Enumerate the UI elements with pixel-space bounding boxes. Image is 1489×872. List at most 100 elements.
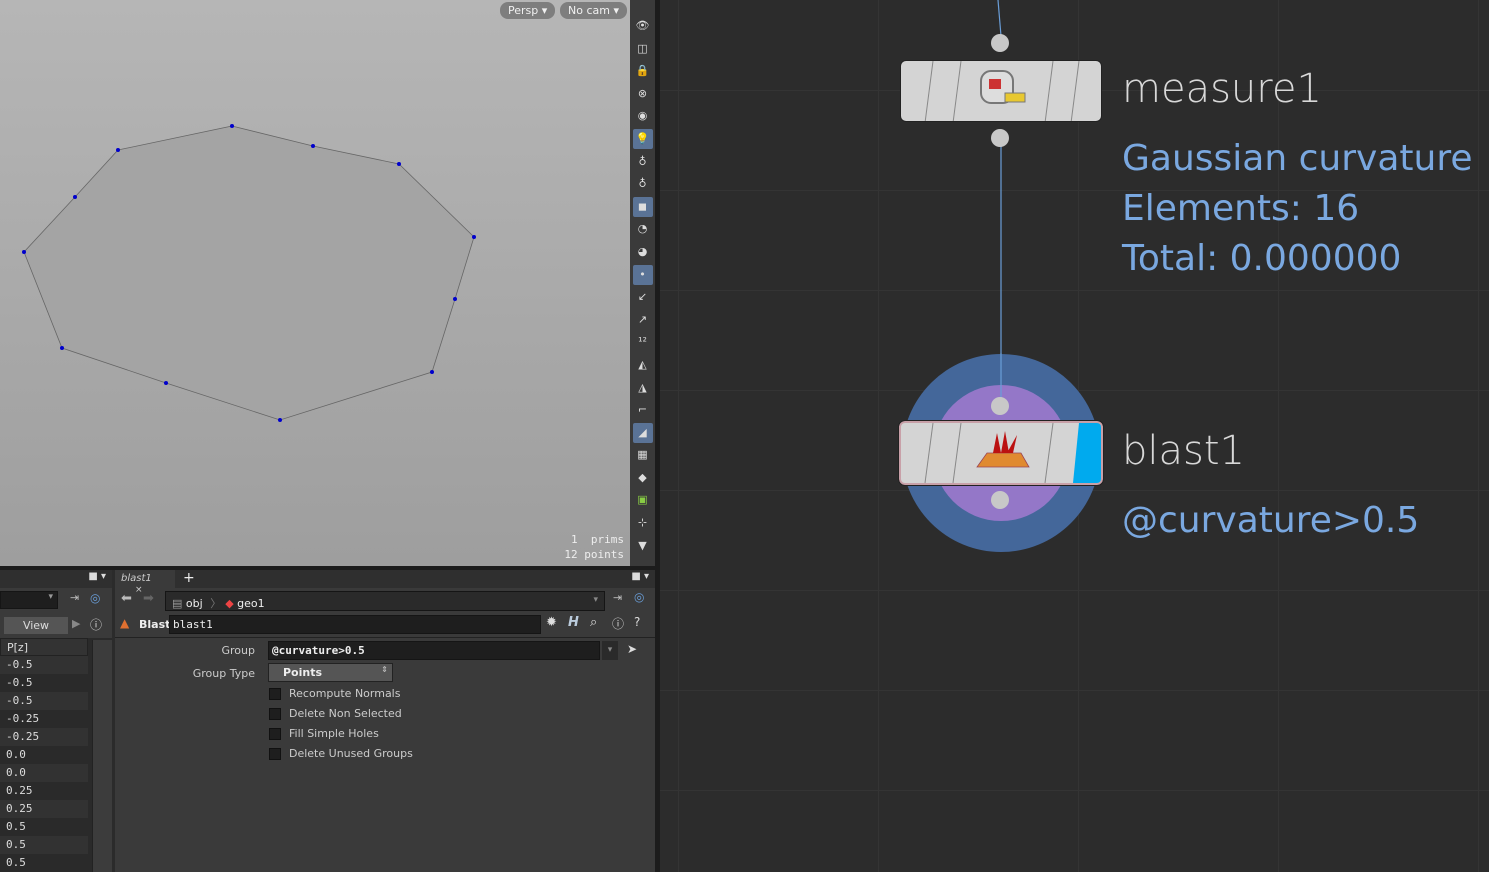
checkbox-label: Fill Simple Holes: [289, 727, 379, 740]
group-label: Group: [221, 644, 256, 657]
prim-normals-icon[interactable]: ◭: [633, 355, 653, 375]
normals-icon[interactable]: ↙: [633, 287, 653, 307]
point-display-icon[interactable]: •: [632, 264, 653, 285]
polygon-geometry: [22, 124, 476, 422]
group-dropdown[interactable]: ▾: [602, 641, 618, 660]
point: [472, 235, 476, 239]
measure1-input-connector[interactable]: [991, 34, 1009, 52]
view-button[interactable]: View: [4, 617, 68, 634]
node-name-measure1: measure1: [1122, 66, 1322, 112]
uv-icon[interactable]: ◢: [632, 422, 653, 443]
checkbox[interactable]: [269, 688, 281, 700]
point: [116, 148, 120, 152]
help-icon[interactable]: ?: [634, 615, 640, 629]
back-icon[interactable]: ⬅: [121, 591, 132, 606]
link-icon[interactable]: ◎: [90, 591, 100, 605]
vertex-icon[interactable]: ◆: [633, 468, 653, 488]
geo-icon: ◆: [225, 597, 234, 610]
tape-measure-icon: [980, 70, 1026, 104]
blast-icon[interactable]: ▲: [120, 616, 129, 630]
spreadsheet-scrollbar[interactable]: [92, 640, 112, 872]
reference-icon[interactable]: ◕: [633, 242, 653, 262]
pin-icon[interactable]: ⇥: [613, 591, 622, 604]
texture-icon[interactable]: ▦: [633, 445, 653, 465]
add-tab-button[interactable]: +: [183, 570, 195, 586]
checkbox[interactable]: [269, 728, 281, 740]
group-type-select[interactable]: Points ⇕: [268, 663, 393, 682]
group-type-label: Group Type: [192, 667, 255, 680]
path-geo1[interactable]: geo1: [237, 597, 264, 610]
point: [430, 370, 434, 374]
network-editor[interactable]: measure1 Gaussian curvature Elements: 16…: [660, 0, 1489, 872]
table-row: 0.5: [0, 836, 88, 854]
tab-label: blast1: [121, 573, 152, 584]
pane-menu-icon[interactable]: ■ ▾: [631, 571, 649, 582]
tab-blast1[interactable]: blast1 ×: [115, 570, 175, 595]
blast-icon: [976, 431, 1030, 468]
background-icon[interactable]: ◔: [633, 219, 653, 239]
checkbox-label: Delete Unused Groups: [289, 747, 413, 760]
gear-icon[interactable]: ✹: [546, 615, 557, 630]
path-obj[interactable]: obj: [186, 597, 203, 610]
point-numbers-icon[interactable]: ¹²: [633, 332, 653, 352]
pin-icon[interactable]: ⇥: [70, 591, 79, 604]
prim-numbers-icon[interactable]: ◮: [633, 378, 653, 398]
shadows-icon[interactable]: ◼: [632, 196, 653, 217]
node-type: Blast: [139, 618, 171, 631]
select-arrow-icon[interactable]: ➤: [627, 642, 637, 656]
handle-icon[interactable]: ⊹: [633, 513, 653, 533]
prims-count: 1: [571, 533, 578, 546]
node-measure1[interactable]: [900, 60, 1102, 122]
checkbox[interactable]: [269, 748, 281, 760]
hull-icon[interactable]: ⌐: [633, 400, 653, 420]
obj-icon: ▤: [172, 597, 183, 610]
table-row: 0.0: [0, 764, 88, 782]
houdini-help-icon[interactable]: H: [568, 615, 579, 630]
headlight-icon[interactable]: 💡: [632, 128, 653, 149]
checkbox-label: Recompute Normals: [289, 687, 401, 700]
lock-icon[interactable]: 🔒: [633, 61, 653, 81]
spreadsheet-node-select[interactable]: ▾: [0, 591, 58, 609]
checkbox[interactable]: [269, 708, 281, 720]
play-icon[interactable]: ▶: [72, 617, 80, 630]
hq-light-icon[interactable]: ♁: [633, 174, 653, 194]
input-wire: [997, 0, 1002, 37]
search-icon[interactable]: ⌕: [590, 615, 597, 630]
blast1-output-connector[interactable]: [991, 491, 1009, 509]
shading-icon[interactable]: ◉: [633, 106, 653, 126]
pane-menu-icon[interactable]: ■ ▾: [88, 571, 106, 582]
path-bar[interactable]: ▤ obj 〉 ◆ geo1 ▾: [165, 591, 605, 611]
forward-icon[interactable]: ➡: [143, 591, 154, 606]
point-normals-icon[interactable]: ↗: [633, 310, 653, 330]
group-type-value: Points: [283, 666, 323, 679]
table-row: 0.5: [0, 854, 88, 872]
node-blast1[interactable]: [898, 420, 1104, 486]
node-name-field[interactable]: blast1: [169, 615, 541, 634]
display-flag: [1073, 423, 1101, 483]
measure1-output-connector[interactable]: [991, 129, 1009, 147]
display-options-icon[interactable]: ◫: [633, 39, 653, 59]
points-count: 12: [564, 548, 578, 561]
path-dropdown-icon[interactable]: ▾: [593, 595, 598, 605]
point: [311, 144, 315, 148]
parameter-editor: blast1 × + ■ ▾ ⬅ ➡ ▤ obj 〉 ◆ geo1 ▾ ⇥ ◎ ▲…: [115, 570, 655, 872]
light-icon[interactable]: ♁: [633, 152, 653, 172]
visibility-icon[interactable]: 👁: [633, 16, 653, 36]
more-icon[interactable]: ▼: [633, 536, 653, 556]
group-field[interactable]: @curvature>0.5: [268, 641, 600, 660]
point: [60, 346, 64, 350]
spinner-icon: ⇕: [381, 665, 388, 674]
link-icon[interactable]: ◎: [634, 590, 644, 604]
bbox-icon[interactable]: ▣: [633, 490, 653, 510]
blast1-input-connector[interactable]: [991, 397, 1009, 415]
column-header-pz[interactable]: P[z]: [0, 638, 88, 656]
table-row: -0.5: [0, 674, 88, 692]
help-icon[interactable]: ⓘ: [90, 616, 102, 633]
point: [278, 418, 282, 422]
viewport-3d[interactable]: Persp ▾ No cam ▾ 1 prims 12 points: [0, 0, 630, 566]
points-label: points: [584, 548, 624, 561]
info-icon[interactable]: ⓘ: [612, 615, 624, 632]
ghost-icon[interactable]: ⊗: [633, 84, 653, 104]
blast1-info-line: @curvature>0.5: [1122, 500, 1420, 541]
table-row: 0.5: [0, 818, 88, 836]
